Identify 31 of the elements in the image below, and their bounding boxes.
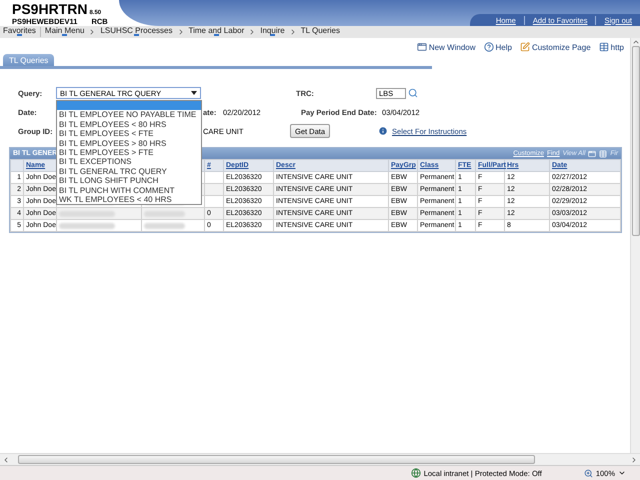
page-tool-link[interactable]: Help	[484, 42, 512, 52]
dropdown-option[interactable]	[57, 101, 201, 110]
zoom-icon	[584, 468, 593, 478]
horizontal-scrollbar[interactable]	[0, 453, 640, 465]
page-tool-link[interactable]: Customize Page	[520, 42, 591, 52]
breadcrumb-link[interactable]: TL Queries	[300, 26, 340, 38]
globe-icon	[410, 468, 421, 478]
new-window-icon[interactable]	[588, 150, 596, 158]
breadcrumb-link[interactable]: Inquire	[260, 26, 285, 38]
page-tool-link[interactable]: http	[598, 42, 624, 52]
redacted-text	[144, 222, 185, 228]
vertical-scrollbar[interactable]	[630, 38, 640, 453]
new-window-icon	[416, 42, 427, 52]
help-icon	[484, 42, 494, 52]
caret-icon	[191, 91, 197, 95]
redacted-text	[59, 222, 115, 228]
breadcrumb-link[interactable]: Favorites	[3, 26, 36, 38]
info-icon	[378, 126, 388, 136]
breadcrumb-link[interactable]: Main Menu	[44, 26, 84, 38]
caret-icon	[618, 469, 626, 477]
scroll-up-icon[interactable]	[632, 38, 640, 46]
app-title: PS9HRTRN	[12, 2, 88, 16]
scroll-right-icon[interactable]	[630, 456, 638, 464]
table-icon[interactable]	[599, 150, 608, 158]
breadcrumb-link[interactable]: LSUHSC Processes	[100, 26, 173, 38]
scroll-left-icon[interactable]	[2, 456, 10, 464]
page-tool-link[interactable]: New Window	[416, 42, 476, 52]
search-icon[interactable]	[408, 88, 418, 98]
edit-icon	[520, 42, 530, 52]
table-icon	[598, 42, 609, 52]
breadcrumb-link[interactable]: Time and Labor	[188, 26, 244, 38]
